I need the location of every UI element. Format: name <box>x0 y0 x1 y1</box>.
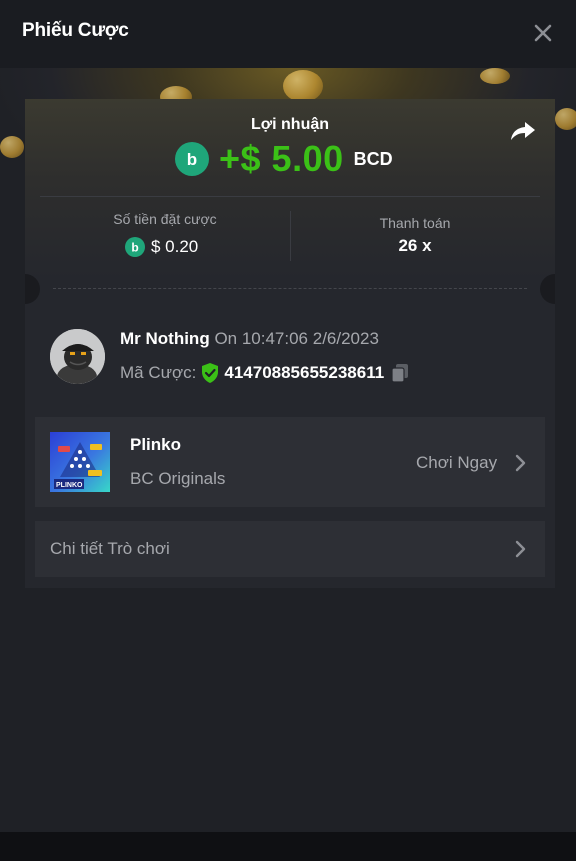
divider <box>290 211 291 261</box>
payout-label: Thanh toán <box>379 215 451 231</box>
play-now-link[interactable]: Chơi Ngay <box>416 453 497 473</box>
bet-id-label: Mã Cược: <box>120 363 197 382</box>
game-details-row[interactable]: Chi tiết Trò chơi <box>35 521 545 577</box>
decorative-coin <box>0 136 24 158</box>
svg-text:b: b <box>187 150 197 169</box>
decorative-coin <box>283 70 323 102</box>
chevron-right-icon <box>515 454 526 472</box>
bc-coin-icon: b <box>175 142 209 176</box>
divider <box>40 196 540 197</box>
game-thumbnail-text: PLINKO <box>56 482 83 489</box>
chevron-right-icon <box>515 540 526 558</box>
svg-text:b: b <box>131 241 138 255</box>
bet-id-line: Mã Cược: 41470885655238611 <box>120 362 410 384</box>
profit-amount: +$ 5.00 <box>219 138 344 179</box>
bet-time: On 10:47:06 2/6/2023 <box>214 329 379 348</box>
header: Phiếu Cược <box>0 0 576 68</box>
username[interactable]: Mr Nothing <box>120 329 210 348</box>
shield-check-icon <box>202 363 219 383</box>
decorative-coin <box>555 108 576 130</box>
game-row[interactable]: PLINKO Plinko BC Originals Chơi Ngay <box>35 417 545 507</box>
bet-amount-row: b $ 0.20 <box>125 236 198 258</box>
bc-coin-icon: b <box>125 237 145 257</box>
share-icon[interactable] <box>510 119 536 143</box>
avatar[interactable] <box>50 329 105 384</box>
bet-id-value: 41470885655238611 <box>224 363 385 382</box>
footer-bar <box>0 832 576 861</box>
profit-row: b +$ 5.00 BCD <box>175 138 393 179</box>
bet-amount-label: Số tiền đặt cược <box>113 211 217 227</box>
game-details-label: Chi tiết Trò chơi <box>50 539 170 558</box>
bet-amount-value: $ 0.20 <box>151 237 199 256</box>
decorative-coin <box>480 68 510 84</box>
game-thumbnail: PLINKO <box>50 432 110 492</box>
close-icon[interactable] <box>528 18 558 48</box>
payout-value: 26 x <box>398 236 432 255</box>
page-title: Phiếu Cược <box>22 20 129 41</box>
profit-label: Lợi nhuận <box>250 116 330 133</box>
user-line: Mr Nothing On 10:47:06 2/6/2023 <box>120 329 379 349</box>
game-provider: BC Originals <box>130 469 226 488</box>
dashed-separator <box>53 288 527 289</box>
copy-icon[interactable] <box>390 362 410 384</box>
game-name: Plinko <box>130 435 182 454</box>
bet-card: Lợi nhuận b +$ 5.00 BCD Số tiền đặt cược… <box>25 99 555 588</box>
bet-slip-content: Lợi nhuận b +$ 5.00 BCD Số tiền đặt cược… <box>0 68 576 832</box>
currency-label: BCD <box>353 148 393 169</box>
